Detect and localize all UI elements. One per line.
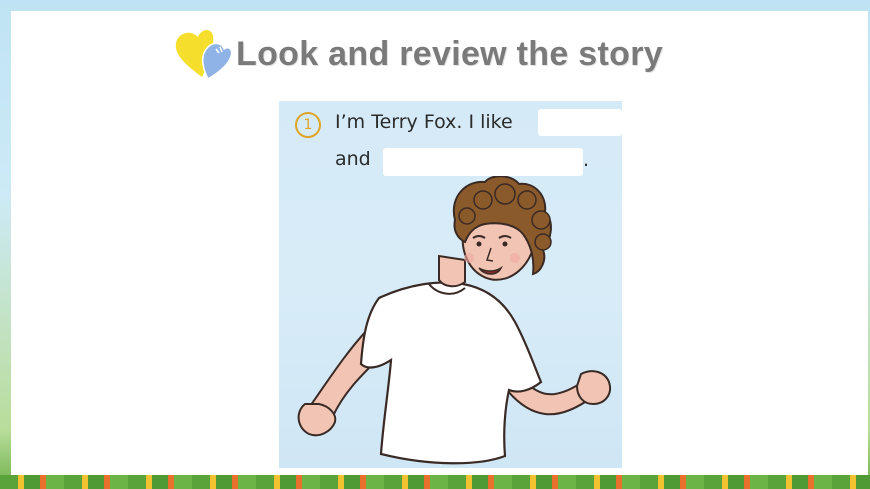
page-title: Look and review the story	[236, 34, 663, 73]
story-text: 1 I’m Terry Fox. I like and .	[279, 101, 622, 181]
story-line-2: and	[335, 148, 371, 170]
story-number-badge: 1	[295, 112, 321, 138]
heart-icon	[175, 30, 233, 81]
title-bar: Look and review the story	[172, 26, 663, 82]
answer-blank-2[interactable]	[383, 148, 583, 176]
running-man-illustration	[297, 176, 611, 465]
story-period: .	[583, 149, 590, 171]
story-panel: 1 I’m Terry Fox. I like and .	[279, 101, 622, 468]
answer-blank-1[interactable]	[538, 109, 622, 136]
story-line-1: I’m Terry Fox. I like	[335, 111, 513, 133]
grass-border	[0, 475, 870, 489]
